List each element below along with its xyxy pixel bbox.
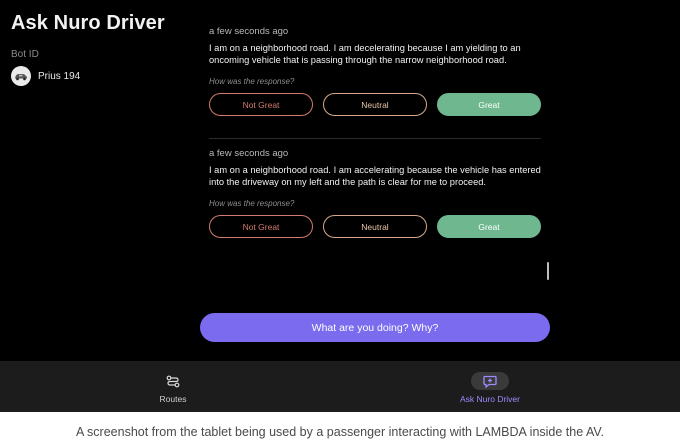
- great-button[interactable]: Great: [437, 215, 541, 238]
- bot-name: Prius 194: [38, 70, 81, 82]
- tab-label: Ask Nuro Driver: [460, 394, 520, 404]
- feedback-question: How was the response?: [209, 199, 295, 208]
- feedback-question: How was the response?: [209, 77, 295, 86]
- message-text: I am on a neighborhood road. I am accele…: [209, 165, 541, 187]
- neutral-button[interactable]: Neutral: [323, 215, 427, 238]
- tablet-screen: Ask Nuro Driver Bot ID Prius 194 a few s…: [0, 0, 680, 412]
- tab-routes[interactable]: Routes: [138, 361, 208, 412]
- message-text: I am on a neighborhood road. I am decele…: [209, 43, 521, 65]
- neutral-button[interactable]: Neutral: [323, 93, 427, 116]
- car-avatar-icon: [11, 66, 31, 86]
- not-great-button[interactable]: Not Great: [209, 93, 313, 116]
- bot-info: Prius 194: [11, 66, 80, 86]
- message-divider: [209, 138, 541, 139]
- bottom-tab-bar: Routes Ask Nuro Driver: [0, 361, 680, 412]
- not-great-button[interactable]: Not Great: [209, 215, 313, 238]
- scrollbar[interactable]: [547, 262, 549, 280]
- bot-id-label: Bot ID: [11, 49, 39, 60]
- routes-icon: [154, 372, 192, 390]
- ask-question-button[interactable]: What are you doing? Why?: [200, 313, 550, 342]
- tab-label: Routes: [159, 394, 187, 404]
- figure-caption: A screenshot from the tablet being used …: [75, 425, 605, 439]
- feedback-options: Not Great Neutral Great: [209, 215, 541, 238]
- great-button[interactable]: Great: [437, 93, 541, 116]
- feedback-options: Not Great Neutral Great: [209, 93, 541, 116]
- page-title: Ask Nuro Driver: [11, 12, 165, 34]
- message-timestamp: a few seconds ago: [209, 148, 289, 159]
- chat-icon: [471, 372, 509, 390]
- message-item: a few seconds ago I am on a neighborhood…: [209, 26, 541, 116]
- message-item: a few seconds ago I am on a neighborhood…: [209, 148, 541, 238]
- message-timestamp: a few seconds ago: [209, 26, 289, 37]
- tab-ask-nuro-driver[interactable]: Ask Nuro Driver: [440, 361, 540, 412]
